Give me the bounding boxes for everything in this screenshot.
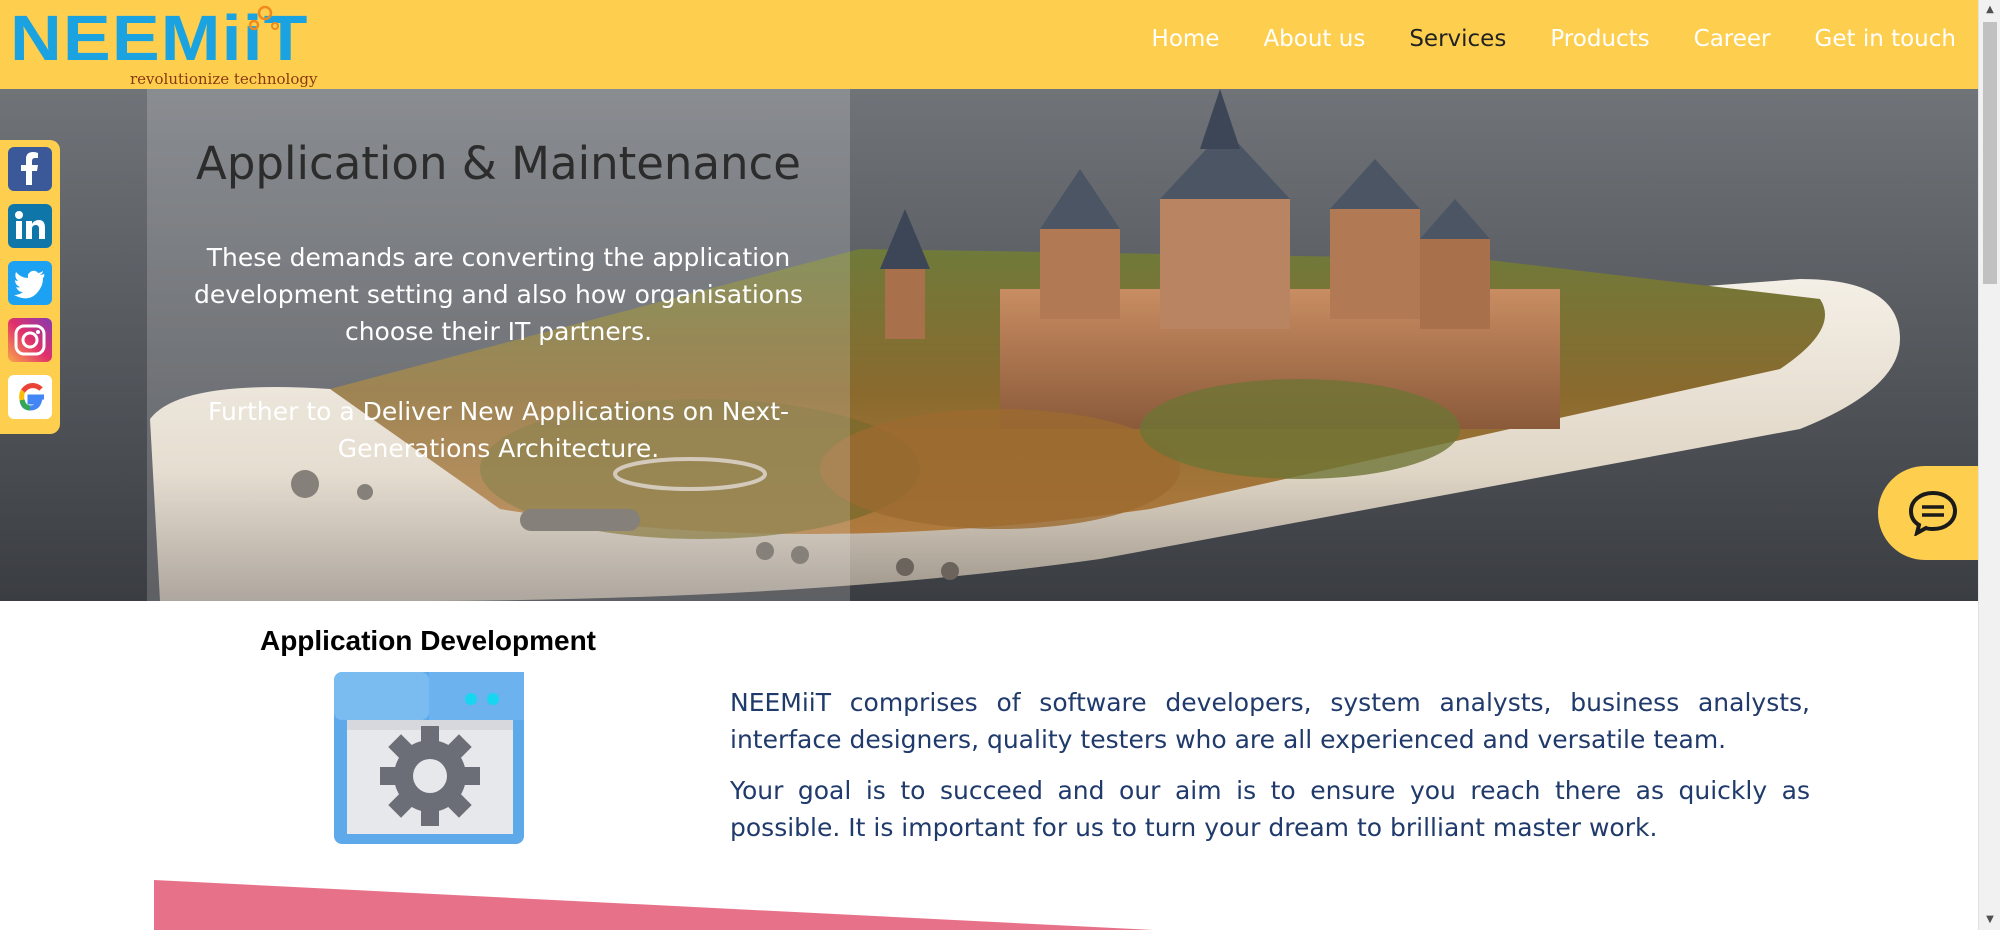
instagram-icon[interactable] xyxy=(8,318,52,362)
chat-icon xyxy=(1908,490,1958,536)
nav-home[interactable]: Home xyxy=(1152,26,1220,52)
hero-paragraph-2: Further to a Deliver New Applications on… xyxy=(207,397,790,463)
facebook-icon[interactable] xyxy=(8,147,52,191)
content-paragraph-1: NEEMiiT comprises of software developers… xyxy=(730,688,1810,754)
nav-get-in-touch[interactable]: Get in touch xyxy=(1815,26,1956,52)
page-scrollbar[interactable]: ▲ ▼ xyxy=(1978,0,2000,930)
nav-career[interactable]: Career xyxy=(1694,26,1771,52)
section-heading: Application Development xyxy=(259,625,597,656)
main-nav: Home About us Services Products Career G… xyxy=(1108,0,1956,78)
chat-button[interactable] xyxy=(1878,466,1980,560)
google-icon[interactable] xyxy=(8,375,52,419)
scroll-thumb[interactable] xyxy=(1983,22,1997,284)
linkedin-icon[interactable] xyxy=(8,204,52,248)
scroll-up-arrow-icon[interactable]: ▲ xyxy=(1979,0,2000,20)
logo-dots-icon xyxy=(248,5,279,31)
hero-title: Application & Maintenance xyxy=(196,137,801,190)
nav-services[interactable]: Services xyxy=(1409,26,1506,52)
app-settings-window-icon xyxy=(334,672,524,844)
hero-banner: Application & Maintenance These demands … xyxy=(0,89,1978,601)
hero-paragraph-1: These demands are converting the applica… xyxy=(194,243,803,346)
decorative-pink-shape xyxy=(154,880,1154,930)
social-links-bar xyxy=(0,140,60,434)
scroll-down-arrow-icon[interactable]: ▼ xyxy=(1979,910,2000,930)
neemiit-logo[interactable]: NEEMiiT revolutionize technology xyxy=(10,2,317,88)
nav-about-us[interactable]: About us xyxy=(1263,26,1365,52)
twitter-icon[interactable] xyxy=(8,261,52,305)
logo-tagline: revolutionize technology xyxy=(130,70,318,88)
content-paragraph-2: Your goal is to succeed and our aim is t… xyxy=(730,776,1810,842)
site-header: NEEMiiT revolutionize technology Home Ab… xyxy=(0,0,1978,89)
nav-products[interactable]: Products xyxy=(1550,26,1649,52)
